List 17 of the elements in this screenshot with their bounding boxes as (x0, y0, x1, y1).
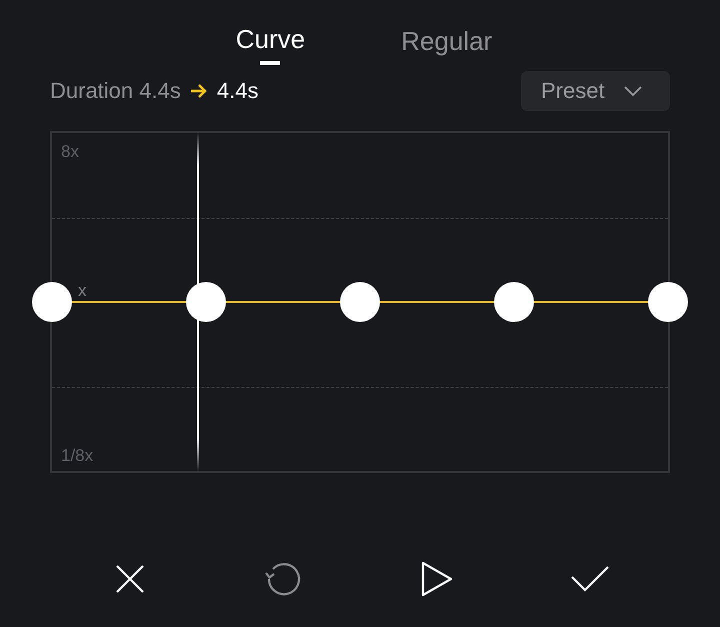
curve-point[interactable] (494, 282, 534, 322)
axis-label: 1/8x (61, 446, 94, 466)
curve-point[interactable] (186, 282, 226, 322)
close-icon (114, 563, 146, 595)
axis-label: x (78, 281, 86, 301)
curve-point[interactable] (32, 282, 72, 322)
play-icon (420, 561, 453, 597)
check-icon (570, 565, 610, 593)
curve-point[interactable] (648, 282, 688, 322)
duration-label: Duration 4.4s (50, 78, 181, 104)
tab[interactable]: Regular (401, 22, 492, 69)
duration-value: 4.4s (216, 78, 258, 104)
chevron-down-icon (622, 85, 643, 97)
preset-dropdown[interactable]: Preset (521, 71, 670, 111)
curve-point[interactable] (340, 282, 380, 322)
arrow-icon (188, 83, 209, 99)
axis-label: 8x (61, 142, 79, 162)
